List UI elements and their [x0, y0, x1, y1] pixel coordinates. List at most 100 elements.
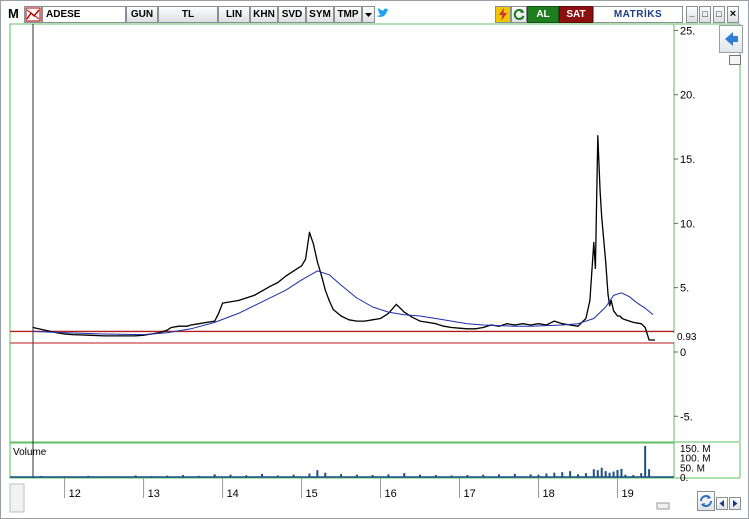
- price-point: [190, 324, 192, 326]
- volume-bar: [569, 471, 572, 477]
- price-point: [601, 216, 603, 218]
- small-square-icon[interactable]: [729, 55, 741, 65]
- price-point: [561, 323, 563, 325]
- volume-bar: [134, 475, 137, 477]
- price-point: [364, 320, 366, 322]
- price-chart: 25.20.15.10.5.0-5. 150. M100. M50. M0. 1…: [9, 23, 741, 513]
- price-point: [624, 319, 627, 321]
- price-point: [32, 326, 34, 329]
- y-tick-label: 25.: [680, 25, 695, 37]
- price-point: [593, 242, 595, 244]
- price-point: [399, 307, 401, 309]
- price-point: [214, 320, 216, 322]
- price-point: [640, 323, 642, 325]
- x-tick-label: 14: [227, 488, 239, 500]
- x-tick-label: 16: [385, 488, 397, 500]
- price-point: [348, 319, 350, 321]
- price-point: [312, 243, 315, 245]
- volume-bar: [612, 471, 615, 477]
- price-plot-area: [9, 23, 675, 443]
- price-point: [514, 324, 516, 326]
- volume-bar: [648, 469, 651, 477]
- collapse-panel-button[interactable]: [719, 25, 743, 53]
- price-point: [277, 281, 279, 284]
- volume-bar: [513, 473, 516, 477]
- volume-bar: [213, 474, 216, 477]
- price-point: [320, 274, 322, 276]
- price-point: [44, 329, 46, 331]
- x-tick-label: 19: [622, 488, 634, 500]
- sync-icon[interactable]: [697, 491, 715, 511]
- price-point: [644, 326, 646, 329]
- x-axis-scroll-left[interactable]: [9, 483, 25, 513]
- volume-bar: [620, 468, 623, 477]
- price-point: [170, 326, 172, 329]
- volume-bar: [419, 474, 422, 477]
- price-point: [166, 329, 168, 331]
- volume-bar: [434, 475, 437, 477]
- price-point: [253, 294, 255, 296]
- price-point: [269, 285, 271, 287]
- price-point: [609, 305, 611, 307]
- price-point: [443, 325, 445, 327]
- price-point: [178, 325, 180, 327]
- scroll-right-icon[interactable]: [729, 497, 741, 510]
- volume-bar: [371, 475, 374, 477]
- volume-bar: [110, 476, 113, 477]
- price-point: [605, 261, 607, 263]
- volume-bar: [197, 475, 200, 477]
- price-point: [458, 327, 461, 329]
- volume-bar: [87, 475, 90, 477]
- price-point: [553, 320, 555, 322]
- volume-bar: [529, 474, 532, 477]
- price-point: [186, 325, 188, 327]
- price-point: [419, 320, 421, 322]
- volume-bar: [596, 470, 599, 477]
- price-point: [285, 275, 287, 277]
- price-point: [293, 270, 295, 272]
- y-tick-label: 20.: [680, 90, 695, 102]
- volume-bar: [545, 473, 548, 477]
- volume-bar: [403, 473, 406, 477]
- volume-label: Volume: [13, 447, 47, 458]
- price-point: [87, 334, 89, 336]
- price-point: [577, 325, 579, 327]
- volume-bar: [182, 475, 185, 477]
- price-point: [632, 321, 634, 323]
- price-point: [379, 317, 382, 320]
- price-point: [506, 323, 508, 325]
- volume-bar: [63, 476, 66, 477]
- volume-bar: [592, 469, 595, 477]
- price-point: [206, 321, 208, 323]
- price-point: [621, 317, 623, 320]
- scroll-handle[interactable]: [656, 502, 670, 510]
- price-point: [300, 265, 303, 267]
- volume-bar: [553, 472, 556, 477]
- volume-bar: [604, 471, 607, 477]
- price-point: [221, 302, 224, 304]
- price-point: [237, 299, 239, 302]
- last-price-label: 0.93: [677, 332, 697, 343]
- price-point: [395, 303, 397, 305]
- price-point: [607, 293, 609, 295]
- price-point: [324, 289, 326, 291]
- volume-tick-label: 0.: [680, 473, 688, 484]
- volume-bar: [577, 474, 580, 477]
- price-point: [474, 328, 476, 330]
- price-point: [411, 316, 413, 318]
- volume-bar: [229, 474, 232, 477]
- volume-bar: [316, 470, 319, 477]
- volume-bar: [616, 470, 619, 477]
- scroll-left-icon[interactable]: [716, 497, 728, 510]
- x-tick-label: 15: [306, 488, 318, 500]
- price-point: [589, 299, 591, 302]
- volume-bar: [39, 476, 42, 477]
- volume-bar: [166, 475, 169, 477]
- x-tick-label: 12: [69, 488, 81, 500]
- price-point: [103, 335, 105, 337]
- price-point: [119, 335, 121, 337]
- volume-bar: [608, 472, 611, 477]
- volume-bar: [150, 476, 153, 477]
- volume-bar: [276, 475, 279, 477]
- volume-bar: [561, 472, 564, 477]
